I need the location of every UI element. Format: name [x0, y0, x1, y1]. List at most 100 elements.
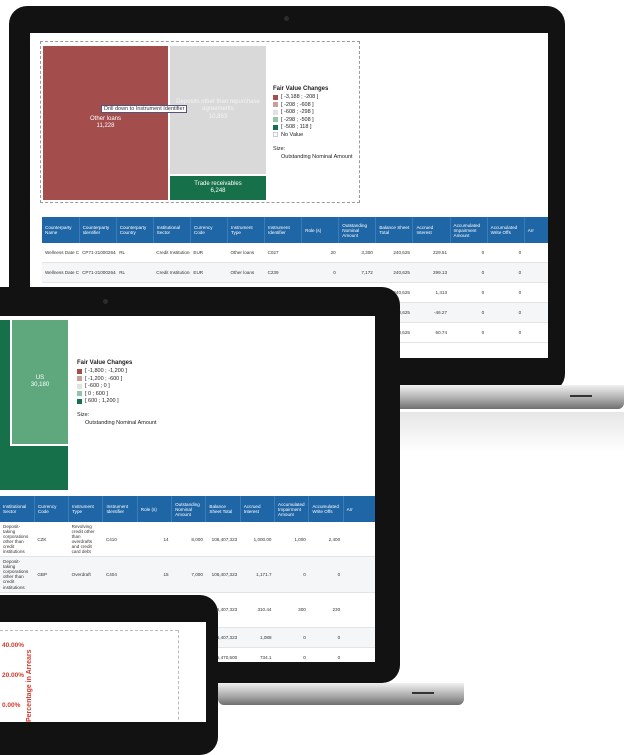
table-cell: 0 [487, 262, 525, 283]
table-cell: 0 [274, 647, 309, 662]
column-header[interactable]: Outstanding Nominal Amount [171, 496, 207, 522]
legend-swatch [273, 132, 278, 137]
table-cell [343, 647, 375, 662]
column-header[interactable]: Balance Sheet Total [205, 496, 241, 522]
legend-item: [ -1,800 ; -1,200 ] [77, 368, 157, 374]
treemap-tile-other-loans[interactable]: Other loans 11,228 [43, 46, 168, 200]
tablet-tile-bottom[interactable] [0, 446, 68, 490]
legend-label: [ -1,800 ; -1,200 ] [85, 368, 127, 374]
table-cell: 734.1 [240, 647, 275, 662]
table-cell: 300 [274, 592, 309, 628]
table-cell: Credit Institutions [153, 262, 191, 283]
legend-item: [ -208 ; -608 ] [273, 102, 353, 108]
column-header[interactable]: Accrued Interest [412, 217, 451, 243]
fair-value-treemap: Other loans 11,228 Deposits other than r… [40, 41, 360, 203]
column-header[interactable]: Accumulated Write Offs [487, 217, 525, 243]
table-cell: 7,172 [338, 262, 376, 283]
column-header[interactable]: Instrument Identifier [102, 496, 138, 522]
legend-swatch [273, 109, 278, 115]
legend-swatch [77, 376, 82, 381]
column-header[interactable]: Institutional Sector [0, 496, 35, 522]
column-header[interactable]: Instrument Identifier [264, 217, 303, 243]
treemap-tile-trade-receivables[interactable]: Trade receivables 6,248 [170, 176, 266, 200]
legend-label: [ 0 ; 600 ] [85, 390, 108, 397]
axis-tick-label: 20.00% [2, 672, 25, 679]
table-cell: 230 [308, 592, 344, 628]
tablet-camera [103, 299, 108, 304]
table-cell: GBP [34, 556, 69, 593]
column-header[interactable]: Accumulated Impairment Amount [274, 496, 310, 522]
column-header[interactable]: Accumulated Write Offs [308, 496, 344, 522]
table-row[interactable]: Wellness Date Corp.CP71-210002644RLCredi… [42, 243, 548, 263]
tile-label: Trade receivables [194, 180, 242, 187]
legend-size-value: Outstanding Nominal Amount [281, 153, 353, 160]
laptop-camera [284, 16, 289, 21]
table-cell: 0 [274, 556, 309, 593]
legend-swatch [273, 102, 278, 107]
column-header[interactable]: Arr [524, 217, 548, 243]
column-header[interactable]: Accrued Interest [240, 496, 276, 522]
table-cell: 1,413 [412, 282, 451, 303]
axis-tick-label: 0.00% [2, 702, 21, 709]
table-cell: 1,000 [274, 522, 309, 558]
table-cell [524, 282, 548, 303]
table-cell: -46.27 [412, 302, 451, 323]
table-cell: 1,000.00 [240, 522, 275, 558]
table-row[interactable]: Deposit-taking corporations other than c… [0, 522, 375, 558]
table-cell: 106,407,323 [205, 522, 241, 558]
tile-value: 30,180 [30, 382, 50, 388]
table-cell: 20 [301, 243, 339, 263]
table-cell: C404 [102, 556, 138, 593]
table-cell: 1,171.7 [240, 556, 275, 593]
column-header[interactable]: Outstanding Nominal Amount [338, 217, 377, 243]
column-header[interactable]: Institutional Sector [153, 217, 191, 243]
table-cell: RL [116, 262, 154, 283]
tile-value: 10,883 [208, 113, 228, 120]
table-cell: 0 [487, 282, 525, 303]
table-cell: 60.74 [412, 322, 451, 343]
tablet-tile-us[interactable]: US 30,180 [12, 320, 68, 444]
legend-item: [ -600 ; 0 ] [77, 383, 157, 389]
drill-down-tooltip: Drill down to Instrument Identifier [101, 105, 188, 113]
table-cell: 240,625 [375, 243, 413, 263]
legend-size-title: Size: [273, 145, 286, 152]
legend-label: [ -508 ; 118 ] [281, 124, 312, 130]
tablet-tile-left[interactable] [0, 320, 10, 448]
table-cell: 3,300 [338, 243, 376, 263]
column-header[interactable]: Counterparty Country [116, 217, 154, 243]
column-header[interactable]: Currency Code [34, 496, 70, 522]
legend-swatch [77, 368, 82, 374]
table-header-row: Institutional Sector Currency Code Instrum… [0, 496, 375, 522]
tile-label: US [35, 374, 45, 381]
table-cell: C410 [102, 522, 138, 558]
column-header[interactable]: Accumulated Impairment Amount [450, 217, 488, 243]
table-cell: EUR [190, 262, 228, 283]
table-cell: Revolving credit other than overdrafts a… [68, 522, 103, 558]
legend-title: Fair Value Changes [273, 86, 329, 92]
column-header[interactable]: Role (s) [301, 217, 340, 243]
table-cell: EUR [190, 243, 228, 263]
legend-swatch [77, 383, 82, 389]
column-header[interactable]: Counterparty Identifier [79, 217, 117, 243]
legend-item: No Value [273, 132, 353, 138]
column-header[interactable]: Counterparty Name [42, 217, 80, 243]
table-cell: Deposit-taking corporations other than c… [0, 522, 35, 558]
column-header[interactable]: Instrument Type [68, 496, 104, 522]
table-cell: 0 [450, 262, 488, 283]
table-cell [343, 627, 375, 648]
legend-size-value: Outstanding Nominal Amount [85, 420, 157, 426]
table-cell: Wellness Date Corp. [42, 262, 80, 283]
chart-border-right [178, 630, 179, 722]
table-cell: 0 [487, 243, 525, 263]
table-cell: Wellness Date Corp. [42, 243, 80, 263]
column-header[interactable]: Currency Code [190, 217, 228, 243]
column-header[interactable]: Arr [343, 496, 375, 522]
column-header[interactable]: Balance Sheet Total [375, 217, 414, 243]
column-header[interactable]: Role (s) [137, 496, 173, 522]
table-cell: 0 [487, 302, 525, 323]
table-row[interactable]: Deposit-taking corporations other than c… [0, 556, 375, 593]
table-cell: 0 [450, 322, 488, 343]
laptop-base-slot [570, 395, 592, 397]
column-header[interactable]: Instrument Type [227, 217, 266, 243]
table-row[interactable]: Wellness Date Corp.CP71-210002644RLCredi… [42, 262, 548, 283]
